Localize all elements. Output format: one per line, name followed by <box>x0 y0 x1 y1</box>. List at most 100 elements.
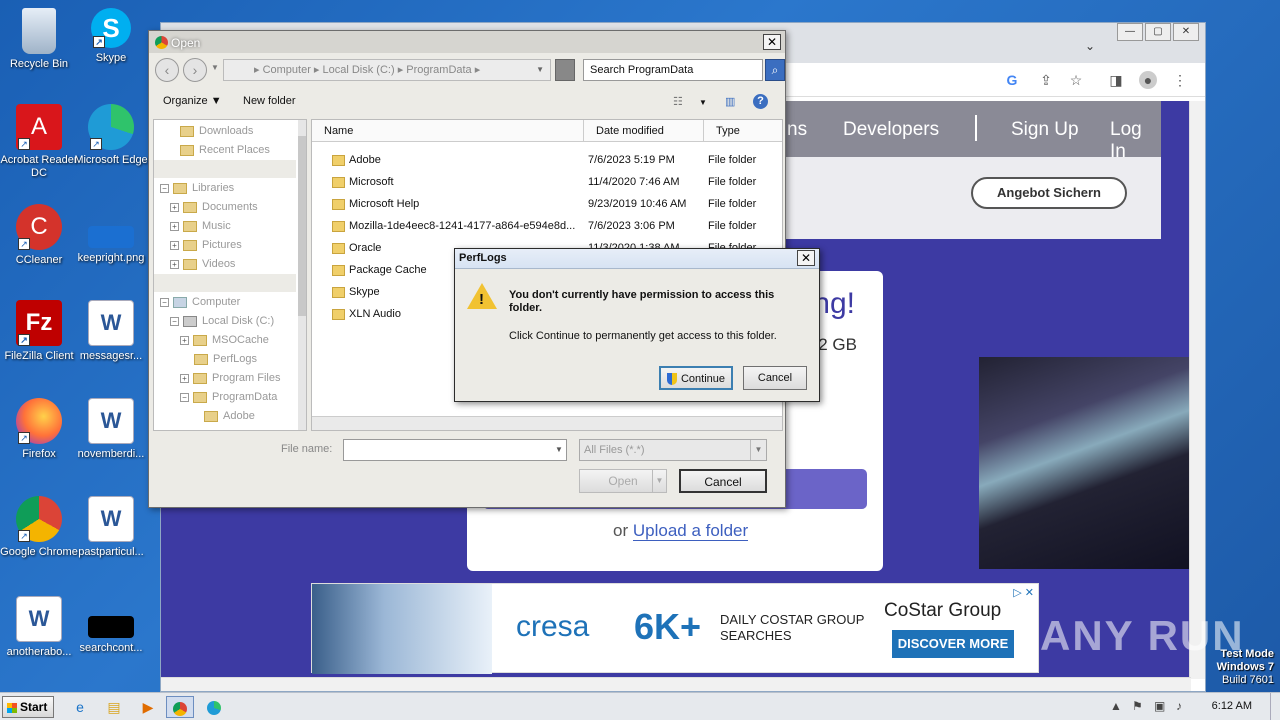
profile-avatar-icon[interactable]: ● <box>1139 71 1157 89</box>
media-player-icon[interactable]: ▶ <box>134 696 162 718</box>
expand-icon[interactable]: + <box>180 373 189 383</box>
explorer-icon[interactable]: ▤ <box>100 696 128 718</box>
expand-icon[interactable]: + <box>170 202 179 212</box>
desktop-icon-novemberdi[interactable]: W novemberdi... <box>72 398 150 461</box>
expand-icon[interactable]: + <box>170 259 179 269</box>
nav-item-perflogs[interactable]: PerfLogs <box>194 350 257 368</box>
nav-link-sign-up[interactable]: Sign Up <box>1011 119 1079 141</box>
list-item[interactable]: Mozilla-1de4eec8-1241-4177-a864-e594e8d.… <box>312 215 782 237</box>
expand-icon[interactable]: + <box>180 335 189 345</box>
desktop-icon-skype[interactable]: S ↗ Skype <box>72 8 150 65</box>
share-icon[interactable]: ⇪ <box>1037 71 1055 89</box>
expand-icon[interactable]: + <box>170 221 179 231</box>
ie-icon[interactable]: e <box>66 696 94 718</box>
dialog-close-button[interactable]: ✕ <box>763 34 781 50</box>
back-arrow-icon[interactable]: ‹ <box>155 58 179 82</box>
show-desktop-button[interactable] <box>1270 693 1280 720</box>
view-chevron-icon[interactable]: ▼ <box>699 98 707 107</box>
bookmark-star-icon[interactable]: ☆ <box>1067 71 1085 89</box>
collapse-icon[interactable]: − <box>160 183 169 193</box>
open-button[interactable]: Open ▼ <box>579 469 667 493</box>
nav-item-program-files[interactable]: + Program Files <box>180 369 280 387</box>
expand-icon[interactable]: + <box>170 240 179 250</box>
tray-expand-icon[interactable]: ▲ <box>1110 699 1122 713</box>
menu-kebab-icon[interactable]: ⋮ <box>1171 71 1189 89</box>
cresa-ad-banner[interactable]: cresa 6K+ DAILY COSTAR GROUP SEARCHES Co… <box>311 583 1039 674</box>
flag-icon[interactable]: ⚑ <box>1132 699 1143 713</box>
search-input[interactable]: Search ProgramData <box>583 59 763 81</box>
column-header-date[interactable]: Date modified <box>584 120 704 142</box>
nav-item-libraries[interactable]: − Libraries <box>160 179 234 197</box>
nav-item-local-disk[interactable]: − Local Disk (C:) <box>170 312 274 330</box>
breadcrumb-dropdown-icon[interactable]: ▼ <box>536 60 544 80</box>
search-icon[interactable]: ⌕ <box>765 59 785 81</box>
file-name-dropdown-icon[interactable]: ▼ <box>551 440 567 460</box>
organize-menu[interactable]: Organize ▼ <box>163 95 222 107</box>
column-header-type[interactable]: Type <box>704 120 782 142</box>
list-item[interactable]: Microsoft 11/4/2020 7:46 AM File folder <box>312 171 782 193</box>
continue-button[interactable]: Continue <box>659 366 733 390</box>
desktop-icon-firefox[interactable]: ↗ Firefox <box>0 398 78 461</box>
side-panel-icon[interactable]: ◨ <box>1107 71 1125 89</box>
nav-item-videos[interactable]: + Videos <box>170 255 235 273</box>
cancel-button[interactable]: Cancel <box>679 469 767 493</box>
breadcrumb[interactable]: ▸ Computer ▸ Local Disk (C:) ▸ ProgramDa… <box>223 59 551 81</box>
browser-horizontal-scrollbar[interactable] <box>161 677 1191 691</box>
tab-list-chevron-icon[interactable]: ⌄ <box>1085 39 1095 53</box>
nav-item-music[interactable]: + Music <box>170 217 231 235</box>
chrome-icon[interactable] <box>166 696 194 718</box>
column-header-name[interactable]: Name <box>312 120 584 142</box>
close-button[interactable]: ✕ <box>1173 23 1199 41</box>
permission-cancel-button[interactable]: Cancel <box>743 366 807 390</box>
desktop-icon-chrome[interactable]: ↗ Google Chrome <box>0 496 78 559</box>
file-type-select[interactable]: All Files (*.*) ▼ <box>579 439 767 461</box>
open-split-dropdown-icon[interactable]: ▼ <box>652 470 666 492</box>
network-icon[interactable]: ▣ <box>1154 699 1165 713</box>
desktop-icon-edge[interactable]: ↗ Microsoft Edge <box>72 104 150 167</box>
discover-more-button[interactable]: DISCOVER MORE <box>892 630 1014 658</box>
list-item[interactable]: Microsoft Help 9/23/2019 10:46 AM File fol… <box>312 193 782 215</box>
desktop-icon-filezilla[interactable]: Fz ↗ FileZilla Client <box>0 300 78 363</box>
recent-locations-chevron-icon[interactable]: ▼ <box>211 63 219 72</box>
collapse-icon[interactable]: − <box>160 297 169 307</box>
nav-item-downloads[interactable]: Downloads <box>180 122 253 140</box>
desktop-icon-anotherabo[interactable]: W anotherabo... <box>0 596 78 659</box>
nav-item-computer[interactable]: − Computer <box>160 293 240 311</box>
nav-link-plans[interactable]: ns <box>787 119 807 141</box>
desktop-icon-messagesr[interactable]: W messagesr... <box>72 300 150 363</box>
file-name-input[interactable] <box>343 439 567 461</box>
nav-item-recent-places[interactable]: Recent Places <box>180 141 270 159</box>
desktop-icon-keepright[interactable]: keepright.png <box>72 204 150 265</box>
nav-item-documents[interactable]: + Documents <box>170 198 258 216</box>
start-button[interactable]: Start <box>2 696 54 718</box>
nav-pane-scrollbar[interactable] <box>298 120 306 430</box>
nav-item-pictures[interactable]: + Pictures <box>170 236 242 254</box>
ad-choices-icon[interactable]: ▷ ✕ <box>1013 586 1034 599</box>
nav-item-adobe[interactable]: Adobe <box>204 407 255 425</box>
volume-icon[interactable]: ♪ <box>1176 699 1182 713</box>
nav-item-msocache[interactable]: + MSOCache <box>180 331 269 349</box>
nav-link-developers[interactable]: Developers <box>843 119 939 141</box>
file-list-horizontal-scrollbar[interactable] <box>312 416 782 430</box>
maximize-button[interactable]: ▢ <box>1145 23 1171 41</box>
new-folder-button[interactable]: New folder <box>243 95 296 107</box>
collapse-icon[interactable]: − <box>170 316 179 326</box>
help-icon[interactable]: ? <box>753 94 768 109</box>
collapse-icon[interactable]: − <box>180 392 189 402</box>
forward-arrow-icon[interactable]: › <box>183 58 207 82</box>
clock[interactable]: 6:12 AM <box>1212 700 1252 712</box>
view-options-icon[interactable]: ☷ <box>673 95 683 108</box>
preview-pane-icon[interactable]: ▥ <box>725 95 735 108</box>
edge-icon[interactable] <box>200 696 228 718</box>
google-icon[interactable]: G <box>1003 71 1021 89</box>
upload-folder-link[interactable]: Upload a folder <box>632 521 749 541</box>
permission-dialog-close-button[interactable]: ✕ <box>797 250 815 266</box>
minimize-button[interactable]: — <box>1117 23 1143 41</box>
refresh-icon[interactable] <box>555 59 575 81</box>
nav-item-programdata[interactable]: − ProgramData <box>180 388 277 406</box>
desktop-icon-pastparticul[interactable]: W pastparticul... <box>72 496 150 559</box>
desktop-icon-recycle-bin[interactable]: Recycle Bin <box>0 8 78 71</box>
desktop-icon-searchcont[interactable]: searchcont... <box>72 596 150 655</box>
browser-vertical-scrollbar[interactable] <box>1189 101 1205 679</box>
desktop-icon-acrobat[interactable]: A ↗ Acrobat Reader DC <box>0 104 78 180</box>
